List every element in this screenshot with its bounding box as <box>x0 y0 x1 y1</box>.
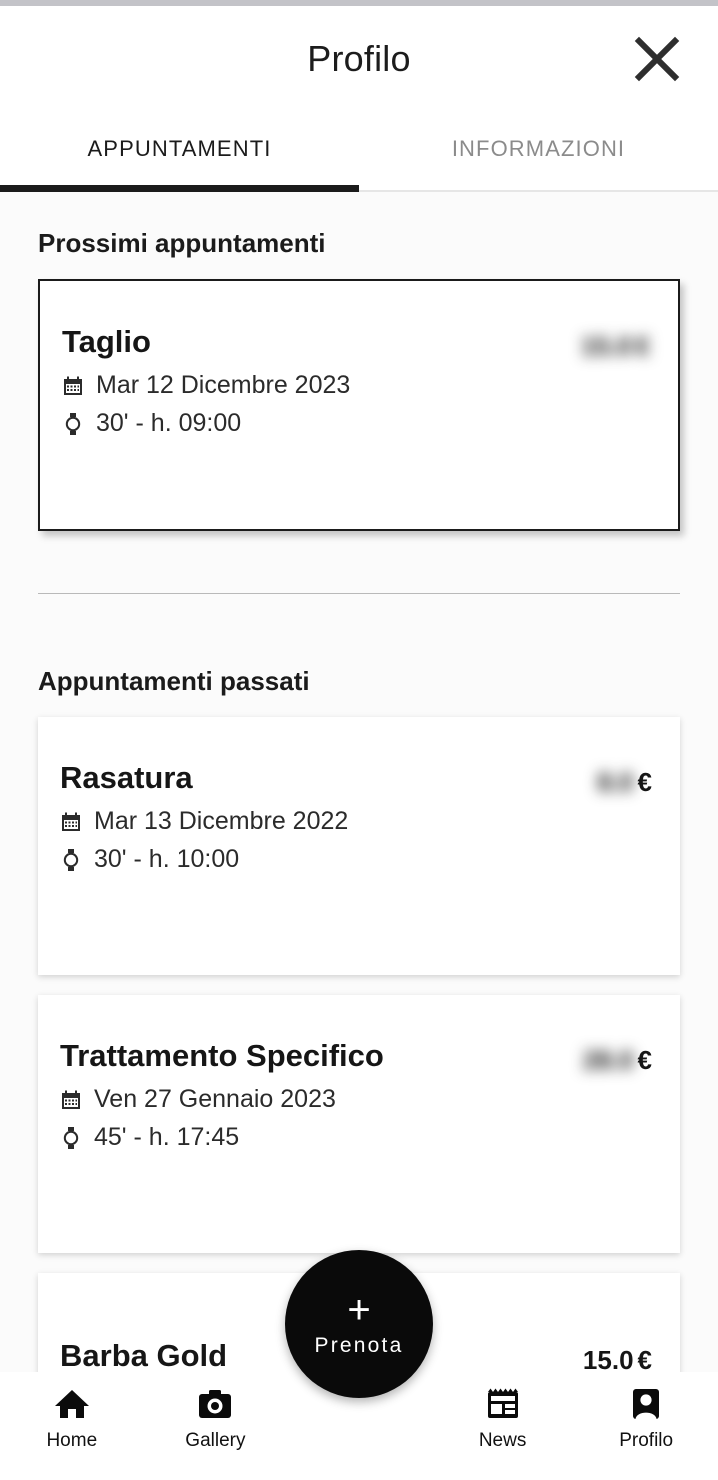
appointment-price: 28.0 € <box>583 1039 652 1076</box>
tab-appuntamenti-label: APPUNTAMENTI <box>87 135 272 161</box>
appointment-date: Mar 13 Dicembre 2022 <box>94 807 349 835</box>
appointment-date: Ven 27 Gennaio 2023 <box>94 1085 336 1113</box>
prenota-fab-label: Prenota <box>314 1334 404 1357</box>
page-title: Profilo <box>307 37 411 79</box>
appointment-time-row: 30' - h. 10:00 <box>60 845 652 874</box>
appointment-price-currency: € <box>635 331 650 361</box>
past-section-title: Appuntamenti passati <box>38 666 310 696</box>
appointment-time-row: 45' - h. 17:45 <box>60 1123 652 1152</box>
tab-informazioni[interactable]: INFORMAZIONI <box>359 111 718 192</box>
appointment-price: 15.0 € <box>583 1339 652 1376</box>
appointment-card-past-1[interactable]: Rasatura 8.0 € Mar 13 Dicembre 2022 30' … <box>38 717 680 975</box>
nav-item-news[interactable]: News <box>431 1384 575 1452</box>
person-badge-icon <box>631 1384 661 1424</box>
calendar-icon <box>60 1088 82 1112</box>
newspaper-icon <box>486 1384 520 1424</box>
nav-item-home-label: Home <box>46 1430 98 1451</box>
appointment-date-row: Mar 13 Dicembre 2022 <box>60 807 652 836</box>
appointment-service-name: Trattamento Specifico <box>60 1038 384 1073</box>
close-icon <box>634 36 680 82</box>
nav-item-gallery[interactable]: Gallery <box>144 1384 288 1452</box>
nav-item-gallery-label: Gallery <box>185 1430 246 1451</box>
appointment-price-currency: € <box>637 767 652 797</box>
header-bar: Profilo <box>0 6 718 111</box>
prenota-fab-button[interactable]: + Prenota <box>285 1250 433 1398</box>
appointment-price-amount: 28.0 <box>582 1045 634 1075</box>
appointment-price: 8.0 € <box>597 761 652 798</box>
appointment-service-name: Barba Gold <box>60 1338 228 1373</box>
appointment-time: 45' - h. 17:45 <box>94 1123 240 1151</box>
appointment-date-row: Mar 12 Dicembre 2023 <box>62 371 650 400</box>
home-icon <box>54 1384 90 1424</box>
profile-screen: Profilo APPUNTAMENTI INFORMAZIONI Prossi… <box>0 0 718 1480</box>
calendar-icon <box>62 374 84 398</box>
camera-icon <box>198 1384 232 1424</box>
nav-item-profilo-label: Profilo <box>619 1430 674 1451</box>
appointment-card-upcoming[interactable]: Taglio 15.0 € Mar 12 Dicembre 2023 30' -… <box>38 279 680 531</box>
active-tab-indicator <box>0 185 359 192</box>
nav-item-home[interactable]: Home <box>0 1384 144 1452</box>
appointment-service-name: Rasatura <box>60 760 193 795</box>
watch-icon <box>62 412 84 436</box>
appointment-price-amount: 15.0 <box>580 331 632 361</box>
appointment-price: 15.0 € <box>581 325 650 362</box>
appointment-price-amount: 8.0 <box>597 767 634 797</box>
appointment-service-name: Taglio <box>62 324 151 359</box>
appointment-time-row: 30' - h. 09:00 <box>62 409 650 438</box>
appointment-price-currency: € <box>637 1045 652 1075</box>
appointment-date: Mar 12 Dicembre 2023 <box>96 371 351 399</box>
section-separator <box>38 593 680 594</box>
tab-appuntamenti[interactable]: APPUNTAMENTI <box>0 111 359 192</box>
nav-item-news-label: News <box>478 1430 527 1451</box>
appointment-time: 30' - h. 10:00 <box>94 845 240 873</box>
watch-icon <box>60 1126 82 1150</box>
close-button[interactable] <box>626 28 688 90</box>
upcoming-section-title: Prossimi appuntamenti <box>38 228 326 258</box>
plus-icon: + <box>347 1288 371 1332</box>
appointment-time: 30' - h. 09:00 <box>96 409 242 437</box>
appointment-card-past-2[interactable]: Trattamento Specifico 28.0 € Ven 27 Genn… <box>38 995 680 1253</box>
tab-bar: APPUNTAMENTI INFORMAZIONI <box>0 111 718 192</box>
tab-informazioni-label: INFORMAZIONI <box>451 135 626 161</box>
appointment-date-row: Ven 27 Gennaio 2023 <box>60 1085 652 1114</box>
calendar-icon <box>60 810 82 834</box>
watch-icon <box>60 848 82 872</box>
nav-item-profilo[interactable]: Profilo <box>574 1384 718 1452</box>
